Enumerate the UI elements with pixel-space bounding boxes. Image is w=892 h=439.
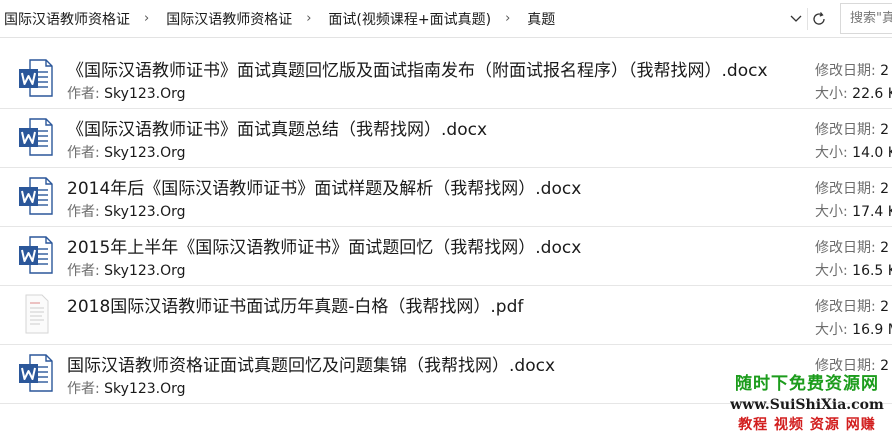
size-value: 16.5 KB (852, 263, 892, 279)
size-value: 16.9 MB (852, 322, 892, 338)
author-value: Sky123.Org (104, 381, 186, 397)
chevron-down-icon (790, 15, 802, 22)
author-value: Sky123.Org (104, 145, 186, 161)
file-list: 《国际汉语教师证书》面试真题回忆版及面试指南发布（附面试报名程序）（我帮找网）.… (0, 50, 892, 404)
modified-value: 2 (880, 240, 890, 256)
modified-label: 修改日期: (815, 181, 876, 197)
modified-label: 修改日期: (815, 63, 876, 79)
file-modified: 修改日期: 2 (815, 355, 889, 375)
file-name[interactable]: 《国际汉语教师证书》面试真题总结（我帮找网）.docx (67, 115, 803, 140)
author-value: Sky123.Org (104, 86, 186, 102)
file-author: 作者: Sky123.Org (67, 142, 186, 162)
file-name[interactable]: 国际汉语教师资格证面试真题回忆及问题集锦（我帮找网）.docx (67, 351, 803, 376)
file-size: 大小: 16.9 MB (815, 319, 892, 339)
address-history-dropdown[interactable] (786, 9, 806, 29)
file-modified: 修改日期: 2 (815, 60, 889, 80)
address-bar: 国际汉语教师资格证 › 国际汉语教师资格证 › 面试(视频课程+面试真题) › … (0, 0, 892, 38)
modified-value: 2 (880, 181, 890, 197)
breadcrumb-item-4[interactable]: 真题 (523, 9, 555, 29)
modified-label: 修改日期: (815, 122, 876, 138)
file-author: 作者: Sky123.Org (67, 83, 186, 103)
size-value: 14.0 KB (852, 145, 892, 161)
file-row[interactable]: 2014年后《国际汉语教师证书》面试样题及解析（我帮找网）.docx 作者: Sk… (0, 168, 892, 227)
word-doc-icon (18, 176, 54, 216)
modified-label: 修改日期: (815, 240, 876, 256)
breadcrumb-item-1[interactable]: 国际汉语教师资格证 (0, 9, 130, 29)
modified-value: 2 (880, 358, 890, 374)
size-label: 大小: (815, 86, 848, 102)
watermark-line-2: www.SuiShiXia.com (730, 397, 884, 413)
modified-value: 2 (880, 63, 890, 79)
breadcrumb-item-2[interactable]: 国际汉语教师资格证 (162, 9, 292, 29)
modified-label: 修改日期: (815, 358, 876, 374)
refresh-button[interactable] (807, 8, 830, 30)
size-value: 22.6 KB (852, 86, 892, 102)
pdf-file-icon (18, 294, 54, 334)
size-label: 大小: (815, 263, 848, 279)
file-row[interactable]: 2018国际汉语教师证书面试历年真题-白格（我帮找网）.pdf 修改日期: 2 大小… (0, 286, 892, 345)
breadcrumb: 国际汉语教师资格证 › 国际汉语教师资格证 › 面试(视频课程+面试真题) › … (0, 0, 782, 37)
file-modified: 修改日期: 2 (815, 178, 889, 198)
author-value: Sky123.Org (104, 263, 186, 279)
file-name[interactable]: 2014年后《国际汉语教师证书》面试样题及解析（我帮找网）.docx (67, 174, 803, 199)
watermark-line-3: 教程 视频 资源 网赚 (738, 417, 876, 433)
file-author: 作者: Sky123.Org (67, 378, 186, 398)
chevron-right-icon[interactable]: › (292, 11, 324, 26)
file-modified: 修改日期: 2 (815, 119, 889, 139)
search-input[interactable] (841, 4, 892, 33)
file-row[interactable]: 《国际汉语教师证书》面试真题回忆版及面试指南发布（附面试报名程序）（我帮找网）.… (0, 50, 892, 109)
author-label: 作者: (67, 263, 100, 279)
author-label: 作者: (67, 145, 100, 161)
modified-value: 2 (880, 122, 890, 138)
size-value: 17.4 KB (852, 204, 892, 220)
watermark-line-1: 随时下免费资源网 (735, 374, 879, 394)
chevron-right-icon[interactable]: › (130, 11, 162, 26)
file-modified: 修改日期: 2 (815, 237, 889, 257)
size-label: 大小: (815, 204, 848, 220)
file-author: 作者: Sky123.Org (67, 260, 186, 280)
refresh-icon (813, 12, 825, 25)
file-size: 大小: 14.0 KB (815, 142, 892, 162)
word-doc-icon (18, 353, 54, 393)
word-doc-icon (18, 58, 54, 98)
author-label: 作者: (67, 381, 100, 397)
file-size: 大小: 22.6 KB (815, 83, 892, 103)
file-row[interactable]: 《国际汉语教师证书》面试真题总结（我帮找网）.docx 作者: Sky123.Or… (0, 109, 892, 168)
size-label: 大小: (815, 145, 848, 161)
file-name[interactable]: 2018国际汉语教师证书面试历年真题-白格（我帮找网）.pdf (67, 292, 803, 317)
word-doc-icon (18, 235, 54, 275)
author-value: Sky123.Org (104, 204, 186, 220)
search-box[interactable] (840, 3, 892, 34)
file-name[interactable]: 2015年上半年《国际汉语教师证书》面试题回忆（我帮找网）.docx (67, 233, 803, 258)
size-label: 大小: (815, 322, 848, 338)
word-doc-icon (18, 117, 54, 157)
watermark-logo: 随时下免费资源网 www.SuiShiXia.com 教程 视频 资源 网赚 (722, 373, 892, 439)
author-label: 作者: (67, 204, 100, 220)
modified-value: 2 (880, 299, 890, 315)
file-author: 作者: Sky123.Org (67, 201, 186, 221)
chevron-right-icon[interactable]: › (491, 11, 523, 26)
file-size: 大小: 16.5 KB (815, 260, 892, 280)
file-row[interactable]: 2015年上半年《国际汉语教师证书》面试题回忆（我帮找网）.docx 作者: Sk… (0, 227, 892, 286)
modified-label: 修改日期: (815, 299, 876, 315)
file-modified: 修改日期: 2 (815, 296, 889, 316)
file-size: 大小: 17.4 KB (815, 201, 892, 221)
author-label: 作者: (67, 86, 100, 102)
breadcrumb-item-3[interactable]: 面试(视频课程+面试真题) (324, 9, 491, 29)
file-name[interactable]: 《国际汉语教师证书》面试真题回忆版及面试指南发布（附面试报名程序）（我帮找网）.… (67, 56, 803, 81)
